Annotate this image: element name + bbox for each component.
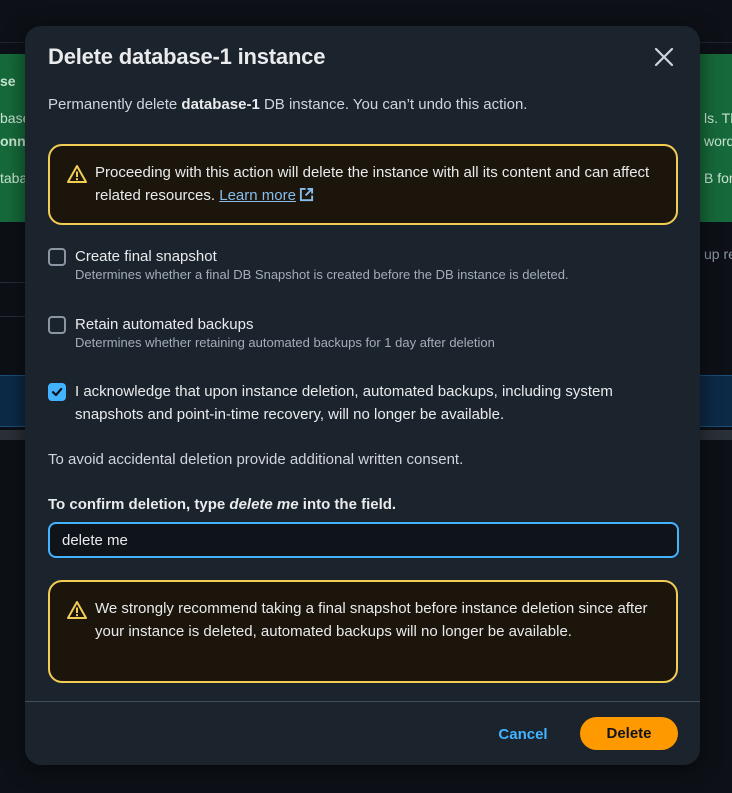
confirm-deletion-input[interactable] bbox=[48, 522, 679, 558]
confirm-label: To confirm deletion, type delete me into… bbox=[48, 496, 397, 513]
cancel-button[interactable]: Cancel bbox=[488, 718, 558, 750]
bg-fragment: ls. Th bbox=[704, 110, 732, 126]
warning-icon bbox=[67, 601, 87, 619]
bg-fragment: onn bbox=[0, 133, 25, 149]
close-icon bbox=[654, 47, 674, 67]
warning-alert-snapshot: We strongly recommend taking a final sna… bbox=[48, 580, 678, 683]
instance-name: database-1 bbox=[181, 96, 260, 113]
warning-icon bbox=[67, 165, 87, 183]
checkbox-label: Create final snapshot bbox=[75, 248, 217, 265]
checkbox-label: Retain automated backups bbox=[75, 316, 254, 333]
checkbox-description: Determines whether a final DB Snapshot i… bbox=[75, 267, 569, 282]
bg-fragment: up re bbox=[704, 246, 732, 262]
warning-alert-deletion: Proceeding with this action will delete … bbox=[48, 144, 678, 225]
bg-fragment: word bbox=[704, 133, 732, 149]
bg-fragment: se bbox=[0, 73, 16, 89]
checkbox-label: I acknowledge that upon instance deletio… bbox=[75, 383, 613, 423]
delete-instance-modal: Delete database-1 instance Permanently d… bbox=[25, 26, 700, 765]
checkbox-retain-backups[interactable] bbox=[48, 316, 66, 334]
warning-text: Proceeding with this action will delete … bbox=[95, 164, 650, 204]
delete-button[interactable]: Delete bbox=[580, 717, 678, 750]
bg-fragment: base bbox=[0, 110, 25, 126]
bg-line bbox=[0, 282, 25, 283]
external-link-icon bbox=[299, 187, 314, 201]
checkbox-acknowledge[interactable] bbox=[48, 383, 66, 401]
checkbox-description: Determines whether retaining automated b… bbox=[75, 335, 495, 350]
modal-intro: Permanently delete database-1 DB instanc… bbox=[48, 96, 528, 113]
bg-fragment: B for bbox=[704, 170, 732, 186]
learn-more-link[interactable]: Learn more bbox=[219, 187, 296, 204]
bg-fragment: taba bbox=[0, 170, 25, 186]
checkmark-icon bbox=[51, 387, 63, 397]
close-button[interactable] bbox=[647, 40, 681, 74]
bg-line bbox=[0, 316, 25, 317]
checkbox-final-snapshot[interactable] bbox=[48, 248, 66, 266]
consent-note: To avoid accidental deletion provide add… bbox=[48, 451, 464, 468]
footer-divider bbox=[25, 701, 700, 702]
modal-title: Delete database-1 instance bbox=[48, 44, 326, 69]
warning-text: We strongly recommend taking a final sna… bbox=[95, 600, 648, 640]
